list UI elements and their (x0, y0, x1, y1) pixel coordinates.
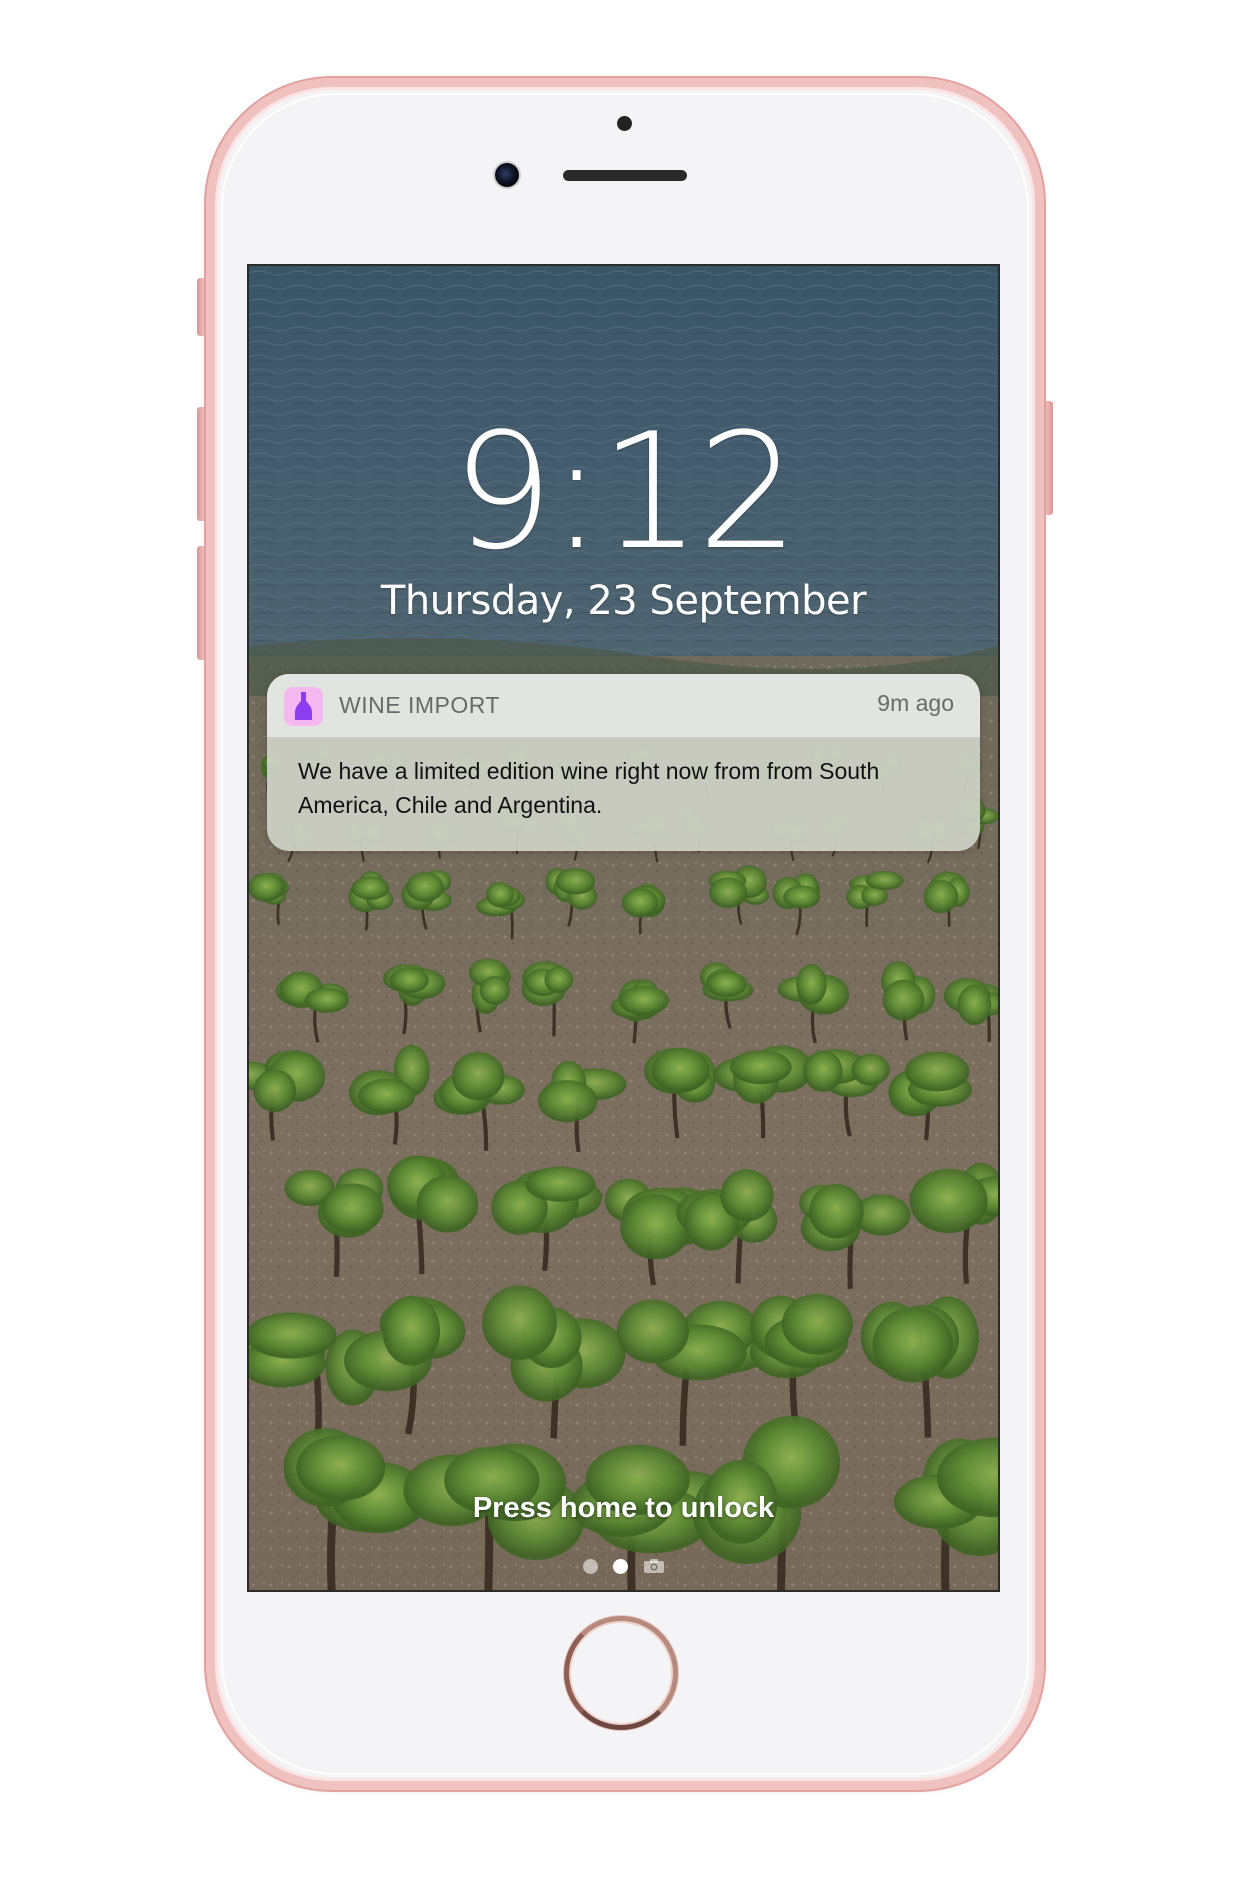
notification-app-name: WINE IMPORT (339, 692, 500, 718)
volume-down-button[interactable] (197, 546, 206, 660)
camera-icon[interactable] (643, 1558, 665, 1574)
mute-switch[interactable] (197, 278, 206, 336)
page-dot[interactable] (582, 1558, 598, 1574)
notification-header: WINE IMPORT 9m ago (267, 674, 980, 737)
unlock-hint: Press home to unlock (472, 1492, 775, 1524)
page-indicator[interactable] (249, 1556, 998, 1576)
notification-card[interactable]: WINE IMPORT 9m ago We have a limited edi… (267, 674, 980, 851)
wine-bottle-icon (284, 687, 323, 726)
power-button[interactable] (1044, 401, 1053, 515)
volume-up-button[interactable] (197, 407, 206, 521)
lock-screen[interactable]: 9:12 Thursday, 23 September WINE IMPORT … (247, 264, 1000, 1592)
page-dot-active[interactable] (612, 1558, 628, 1574)
lock-screen-date: Thursday, 23 September (380, 578, 867, 624)
earpiece-speaker (563, 170, 687, 181)
home-button[interactable] (564, 1616, 678, 1730)
notification-message: We have a limited edition wine right now… (298, 758, 880, 818)
front-camera (495, 163, 519, 187)
proximity-sensor (617, 116, 632, 131)
lock-screen-clock: 9:12 (451, 398, 799, 585)
notification-timestamp: 9m ago (877, 690, 954, 716)
